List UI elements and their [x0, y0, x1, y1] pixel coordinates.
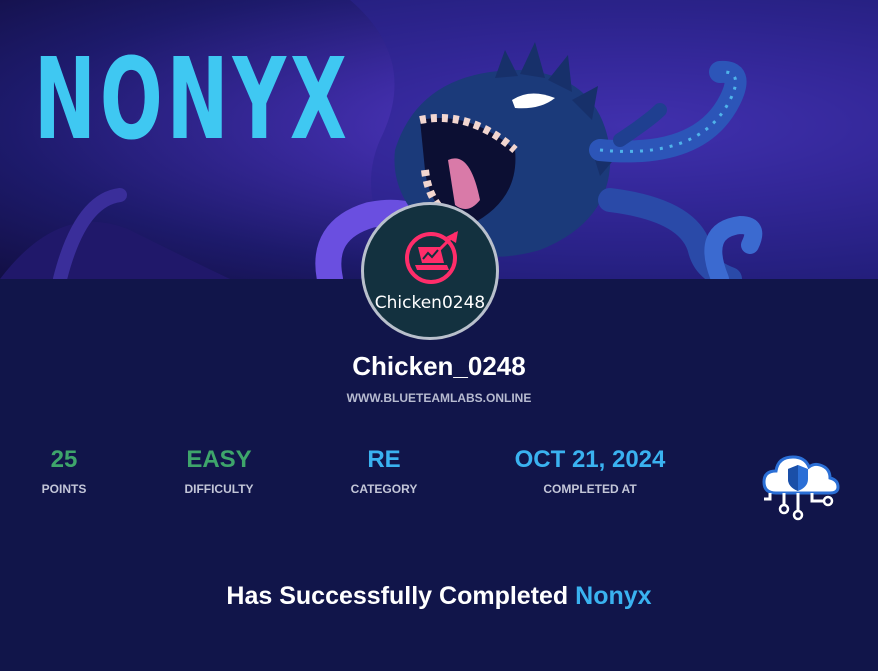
stat-category-value: RE [367, 446, 401, 473]
certificate-page: NONYX Chicken0248 Chicken_0248 WWW.BLUET… [0, 0, 878, 671]
stat-completed-at-value: OCT 21, 2024 [514, 446, 666, 473]
username: Chicken_0248 [352, 351, 526, 381]
laptop-target-icon [405, 231, 458, 284]
stat-difficulty-label: DIFFICULTY [184, 482, 254, 496]
cloud-shield-icon [762, 455, 840, 521]
stat-points-value: 25 [50, 446, 78, 473]
stat-difficulty: EASY DIFFICULTY [159, 446, 279, 496]
avatar-label: Chicken0248 [374, 293, 486, 313]
stat-points: 25 POINTS [14, 446, 114, 496]
completion-prefix: Has Successfully Completed [226, 582, 569, 610]
completion-message: Has Successfully Completed Nonyx [0, 582, 878, 611]
stat-completed-at-label: COMPLETED AT [543, 482, 637, 496]
stat-difficulty-value: EASY [186, 446, 252, 473]
stat-completed-at: OCT 21, 2024 COMPLETED AT [490, 446, 690, 496]
avatar: Chicken0248 [361, 202, 499, 340]
site-url: WWW.BLUETEAMLABS.ONLINE [346, 391, 532, 405]
stat-points-label: POINTS [41, 482, 87, 496]
stat-category: RE CATEGORY [324, 446, 444, 496]
stat-category-label: CATEGORY [350, 482, 418, 496]
completion-challenge-name: Nonyx [575, 582, 652, 610]
banner-title: NONYX [34, 35, 351, 165]
